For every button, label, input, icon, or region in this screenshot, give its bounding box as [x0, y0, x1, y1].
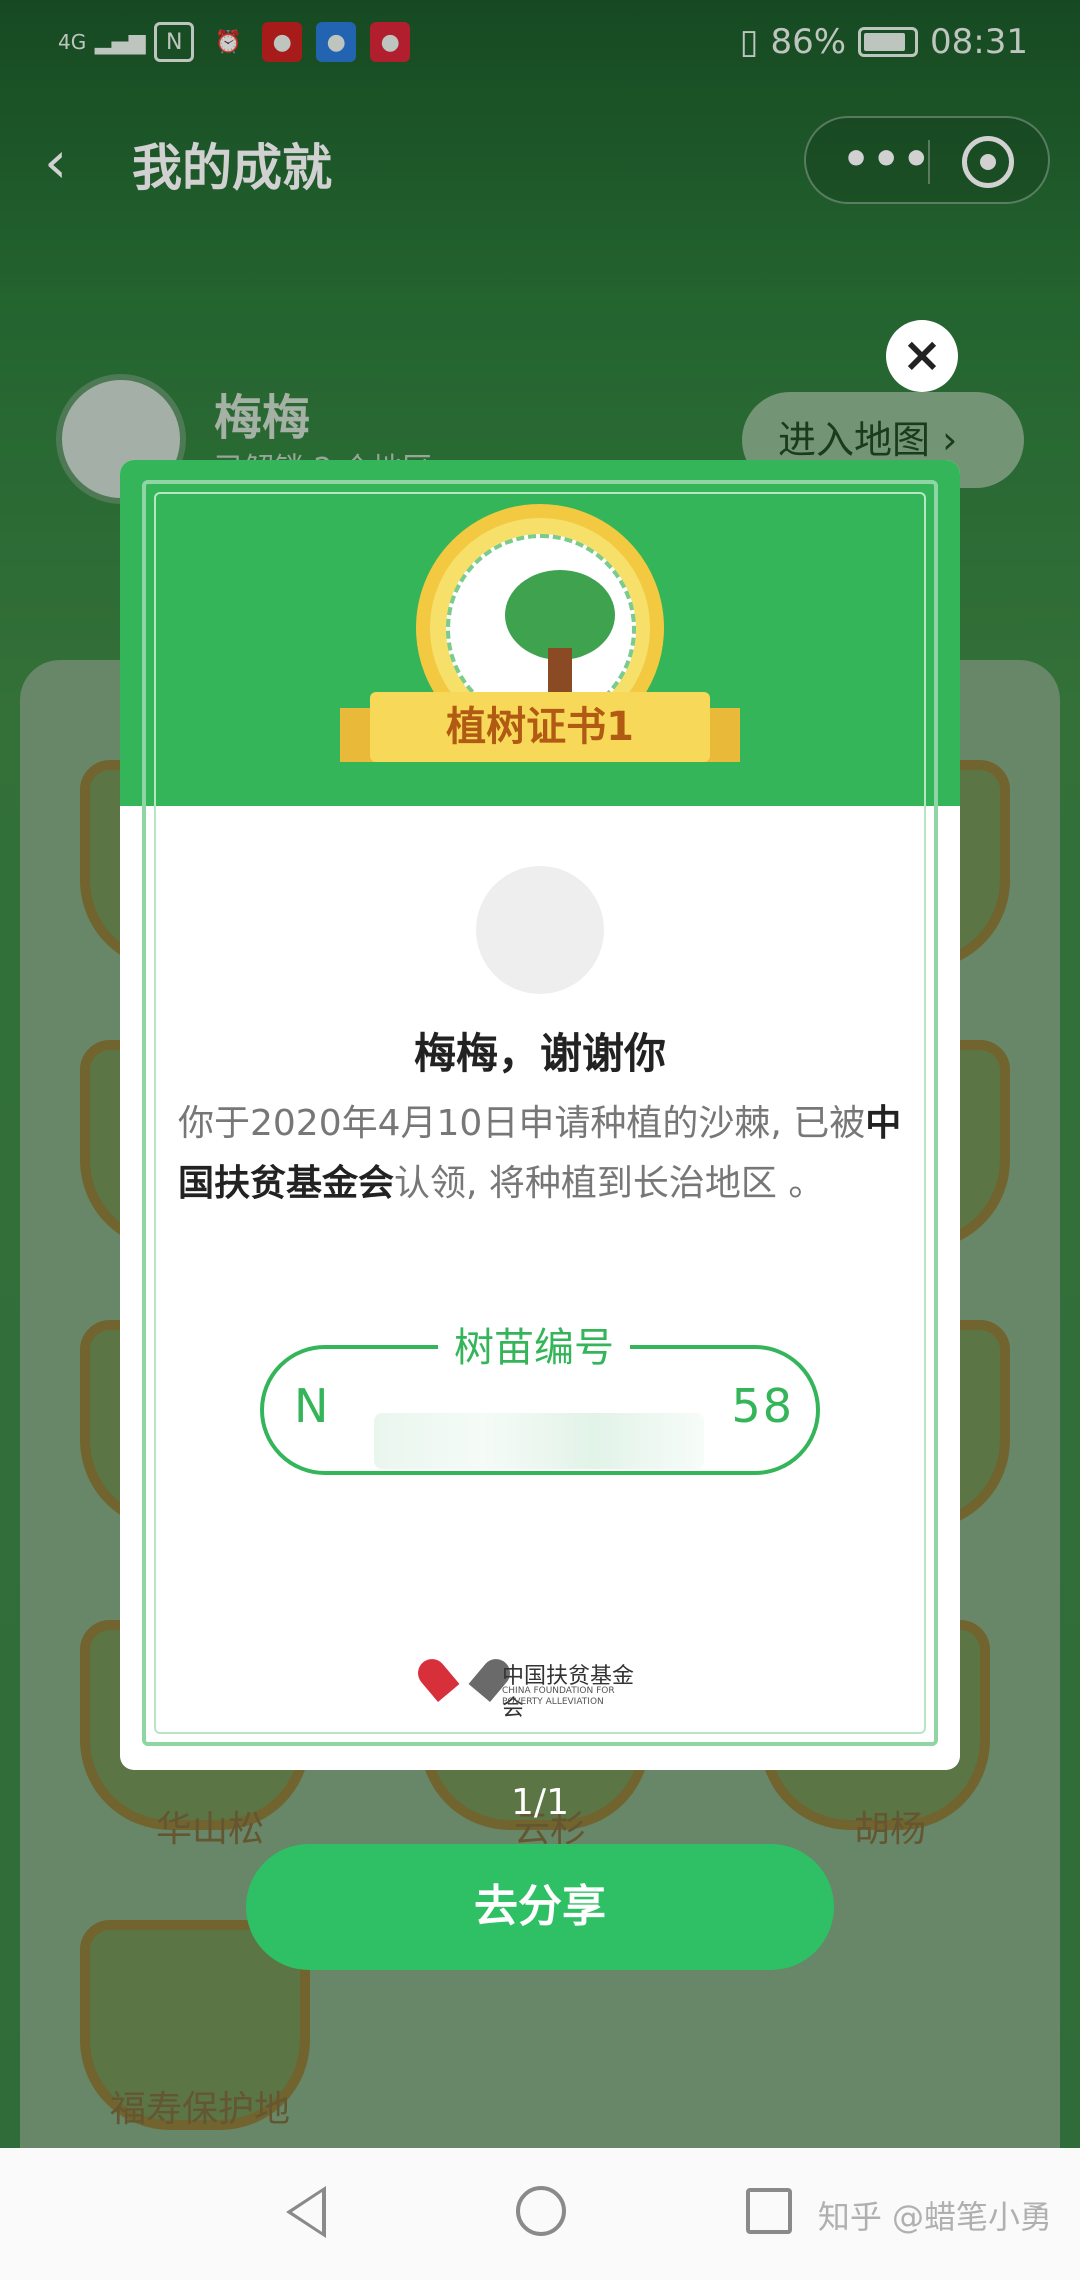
nav-home-icon[interactable] [516, 2186, 566, 2236]
redacted-blur [374, 1413, 704, 1469]
certificate-card: 植树证书1 梅梅，谢谢你 你于2020年4月10日申请种植的沙棘, 已被中国扶贫… [120, 460, 960, 1770]
page-indicator: 1/1 [511, 1782, 569, 1823]
nav-recents-icon[interactable] [746, 2188, 792, 2234]
sapling-number-prefix: N [294, 1379, 331, 1433]
sapling-number-label: 树苗编号 [438, 1315, 630, 1373]
close-icon[interactable]: × [886, 320, 958, 392]
watermark: 知乎 @蜡笔小勇 [817, 2198, 1052, 2236]
body-text-before: 你于2020年4月10日申请种植的沙棘, 已被 [178, 1103, 866, 1144]
heart-logo-icon [436, 1662, 492, 1706]
certificate-body: 你于2020年4月10日申请种植的沙棘, 已被中国扶贫基金会认领, 将种植到长治… [178, 1094, 908, 1214]
body-text-after: 认领, 将种植到长治地区 。 [394, 1163, 825, 1204]
tree-icon [505, 570, 615, 660]
sapling-number-box: 树苗编号 N 58 [260, 1315, 820, 1475]
thanks-heading: 梅梅，谢谢你 [413, 1029, 666, 1078]
tree-trunk [548, 648, 572, 698]
foundation-logo: 中国扶贫基金会 CHINA FOUNDATION FOR POVERTY ALL… [436, 1656, 646, 1721]
avatar [476, 866, 604, 994]
logo-english-text: CHINA FOUNDATION FOR POVERTY ALLEVIATION [502, 1686, 615, 1707]
sapling-number: N 58 [294, 1379, 794, 1469]
sapling-number-suffix: 58 [731, 1379, 794, 1433]
system-nav-bar: 知乎 @蜡笔小勇 [0, 2148, 1080, 2280]
nav-back-icon[interactable] [286, 2186, 326, 2238]
certificate-title: 植树证书1 [370, 692, 710, 762]
share-button[interactable]: 去分享 [246, 1844, 834, 1970]
